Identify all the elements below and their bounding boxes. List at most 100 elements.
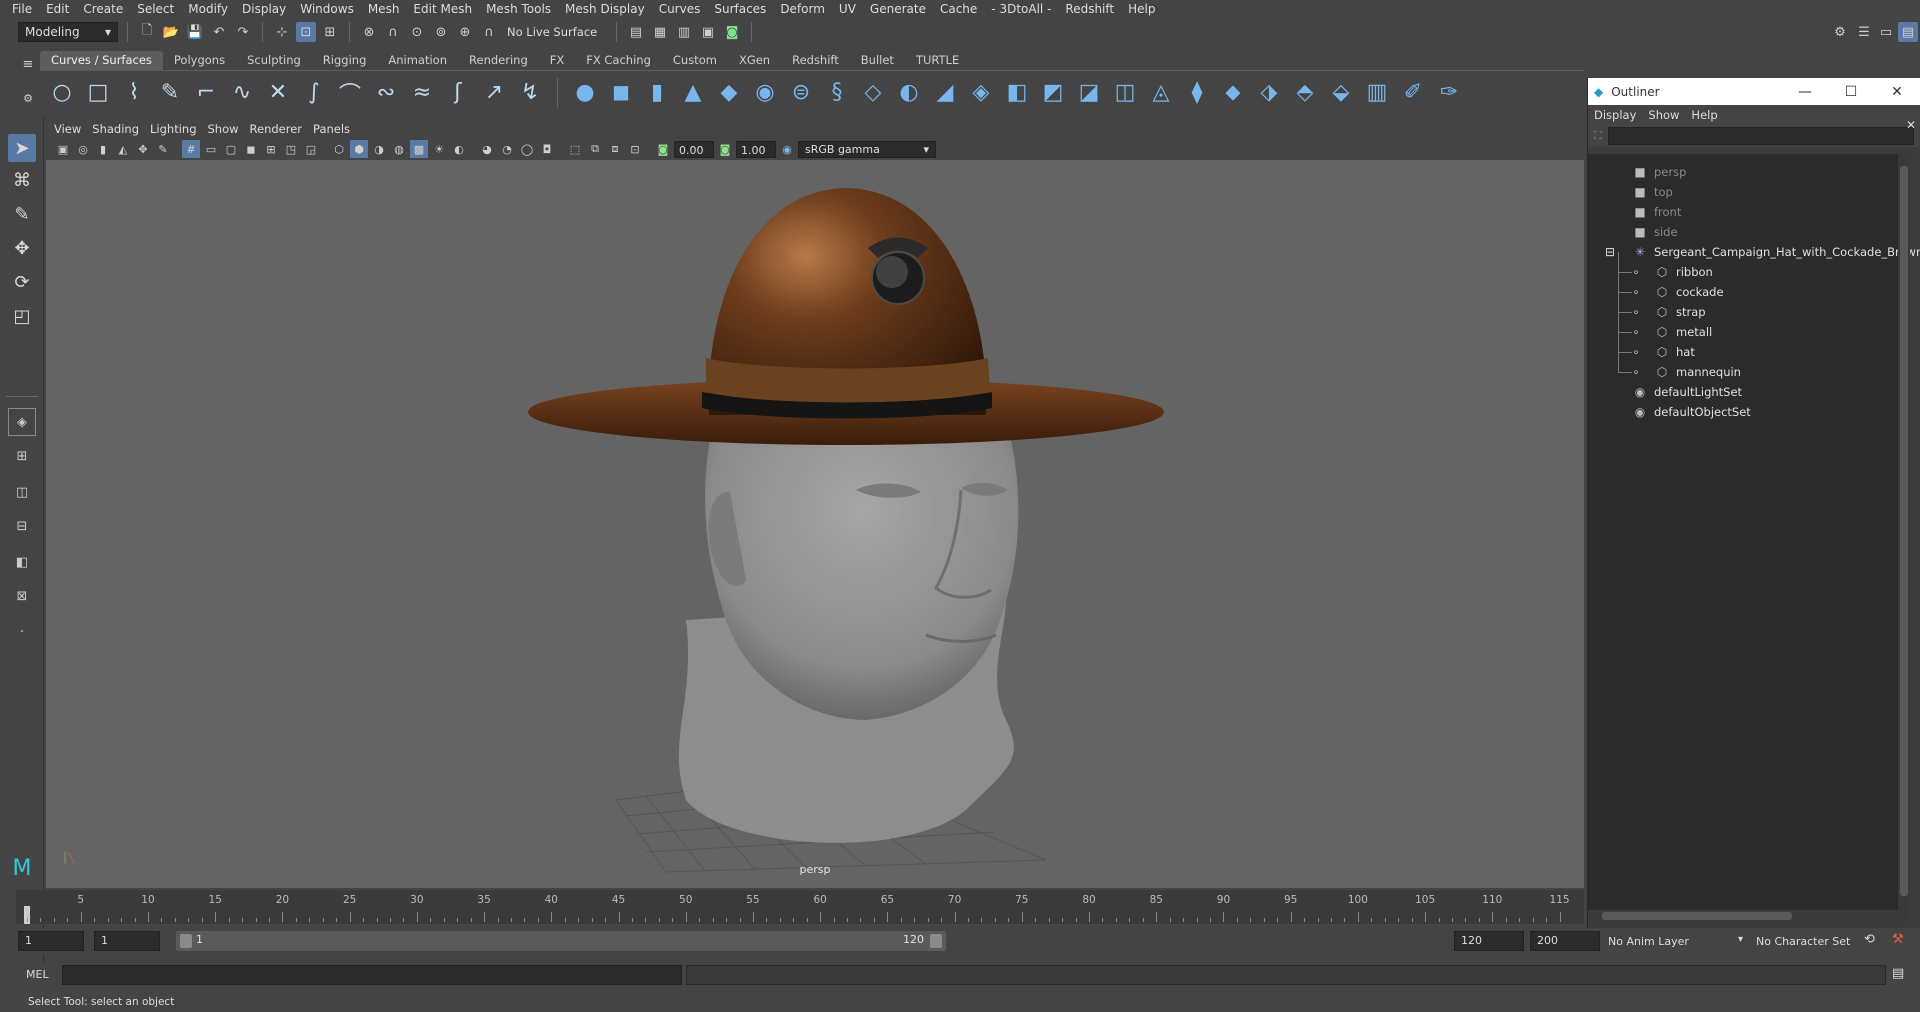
range-start-handle[interactable] (180, 934, 192, 948)
extend-curve-icon[interactable]: ∾ (372, 79, 400, 107)
layout-icon[interactable]: ▭ (1876, 22, 1896, 42)
field-chart-icon[interactable]: ⊞ (262, 140, 280, 158)
search-options-icon[interactable]: ⛶ (1594, 129, 1602, 143)
exposure-icon[interactable]: ◙ (654, 140, 672, 158)
maximize-icon[interactable]: ☐ (1828, 84, 1874, 100)
2d-pan-zoom-icon[interactable]: ✥ (134, 140, 152, 158)
panel-menu-item[interactable]: Renderer (250, 122, 314, 136)
script-language-label[interactable]: MEL (26, 968, 49, 981)
wireframe-icon[interactable]: ⬡ (330, 140, 348, 158)
outliner-menu-item[interactable]: Help (1691, 108, 1729, 122)
outliner-item[interactable]: ∘ ⬡ metall (1632, 322, 1712, 342)
save-scene-icon[interactable]: 💾 (185, 22, 205, 42)
motion-blur-icon[interactable]: ◔ (498, 140, 516, 158)
menu-item[interactable]: Deform (774, 0, 833, 18)
menu-item[interactable]: Windows (294, 0, 362, 18)
shelf-tab[interactable]: Rigging (312, 51, 378, 70)
color-management-icon[interactable]: ◉ (778, 140, 796, 158)
intersect-icon[interactable]: ◬ (1147, 79, 1175, 107)
grease-pencil-icon[interactable]: ✎ (154, 140, 172, 158)
menu-item[interactable]: Mesh Tools (480, 0, 559, 18)
script-editor-icon[interactable]: ▤ (1892, 966, 1904, 981)
minimize-icon[interactable]: — (1782, 84, 1828, 100)
shelf-tab[interactable]: Curves / Surfaces (40, 51, 163, 70)
range-end-handle[interactable] (930, 934, 942, 948)
lasso-tool-icon[interactable]: ⌘ (8, 166, 36, 194)
menu-item[interactable]: Select (131, 0, 182, 18)
offset-curve-icon[interactable]: ≈ (408, 79, 436, 107)
start-time-field[interactable]: 1 (18, 931, 84, 951)
ambient-occlusion-icon[interactable]: ◕ (478, 140, 496, 158)
scale-tool-icon[interactable]: ◰ (8, 302, 36, 330)
shelf-tab[interactable]: Custom (662, 51, 728, 70)
ep-curve-icon[interactable]: ⌇ (120, 79, 148, 107)
sculpt-geometry-icon[interactable]: ✐ (1399, 79, 1427, 107)
two-pane-layout-icon[interactable]: ◫ (8, 478, 36, 506)
panel-menu-item[interactable]: View (54, 122, 92, 136)
select-object-icon[interactable]: ⊡ (296, 22, 316, 42)
outliner-item[interactable]: ∘ ⬡ mannequin (1632, 362, 1741, 382)
textured-icon[interactable]: ▩ (410, 140, 428, 158)
outliner-menu-item[interactable]: Display (1594, 108, 1648, 122)
collapse-icon[interactable]: ⊟ (1602, 245, 1618, 259)
channel-box-icon[interactable]: ▤ (1898, 22, 1918, 42)
grid-icon[interactable]: # (182, 140, 200, 158)
outliner-item[interactable]: ■ top (1632, 182, 1673, 202)
workspace-icon[interactable]: ⚙ (1830, 22, 1850, 42)
live-surface-label[interactable]: No Live Surface (507, 25, 607, 39)
nurbs-cone-icon[interactable]: ▲ (679, 79, 707, 107)
close-panel-icon[interactable]: ✕ (1906, 118, 1916, 132)
shelf-tab[interactable]: Redshift (781, 51, 850, 70)
range-slider[interactable]: 1 120 (176, 931, 946, 951)
snap-grid-icon[interactable]: ⊗ (359, 22, 379, 42)
outliner-search-input[interactable] (1607, 127, 1914, 145)
surface-editing-icon[interactable]: ✑ (1435, 79, 1463, 107)
smooth-shade-icon[interactable]: ⬢ (350, 140, 368, 158)
menu-item[interactable]: Modify (182, 0, 236, 18)
perspective-viewport[interactable]: persp │╲ (46, 160, 1584, 888)
shelf-tab[interactable]: Rendering (458, 51, 539, 70)
menu-item[interactable]: Display (236, 0, 294, 18)
shelf-tab[interactable]: Animation (377, 51, 458, 70)
outliner-persp-layout-icon[interactable]: ⊟ (8, 512, 36, 540)
attach-surfaces-icon[interactable]: ⬗ (1255, 79, 1283, 107)
planar-icon[interactable]: ◇ (859, 79, 887, 107)
color-space-dropdown[interactable]: sRGB gamma ▾ (798, 140, 936, 158)
anim-layer-label[interactable]: No Anim Layer (1608, 935, 1689, 948)
shelf-tab[interactable]: Bullet (850, 51, 905, 70)
duplicate-surface-icon[interactable]: ◪ (1075, 79, 1103, 107)
panel-menu-item[interactable]: Shading (92, 122, 150, 136)
cv-curve-icon[interactable]: ⌐ (192, 79, 220, 107)
shelf-tab[interactable]: FX Caching (575, 51, 662, 70)
add-points-icon[interactable]: ↗ (480, 79, 508, 107)
shelf-tab[interactable]: Sculpting (236, 51, 312, 70)
depth-of-field-icon[interactable]: ◘ (538, 140, 556, 158)
nurbs-square-icon[interactable]: □ (84, 79, 112, 107)
insert-knot-icon[interactable]: ⌒ (336, 79, 364, 108)
detach-surfaces-icon[interactable]: ⬘ (1291, 79, 1319, 107)
menu-item[interactable]: UV (833, 0, 864, 18)
use-lights-icon[interactable]: ☀ (430, 140, 448, 158)
nurbs-sphere-icon[interactable]: ● (571, 79, 599, 107)
single-pane-layout-icon[interactable]: ◈ (8, 408, 36, 436)
menu-item[interactable]: Edit Mesh (407, 0, 480, 18)
menu-item[interactable]: Edit (40, 0, 77, 18)
menu-item[interactable]: Generate (864, 0, 934, 18)
resolution-gate-icon[interactable]: ▢ (222, 140, 240, 158)
bezier-curve-icon[interactable]: ∿ (228, 79, 256, 107)
shelf-tab[interactable]: FX (539, 51, 576, 70)
film-gate-icon[interactable]: ▭ (202, 140, 220, 158)
image-plane-icon[interactable]: ◭ (114, 140, 132, 158)
paint-select-icon[interactable]: ✎ (8, 200, 36, 228)
undo-icon[interactable]: ↶ (209, 22, 229, 42)
select-tool-icon[interactable]: ➤ (8, 134, 36, 162)
outliner-item[interactable]: ■ persp (1632, 162, 1686, 182)
isolate-select-icon[interactable]: ⬚ (566, 140, 584, 158)
close-icon[interactable]: ✕ (1874, 84, 1920, 100)
nurbs-torus-icon[interactable]: ◉ (751, 79, 779, 107)
gamma-field[interactable]: 1.00 (736, 140, 776, 158)
bevel-plus-icon[interactable]: ◈ (967, 79, 995, 107)
camera-attributes-icon[interactable]: ◎ (74, 140, 92, 158)
birail-icon[interactable]: ◢ (931, 79, 959, 107)
outliner-item[interactable]: ∘ ⬡ ribbon (1632, 262, 1713, 282)
